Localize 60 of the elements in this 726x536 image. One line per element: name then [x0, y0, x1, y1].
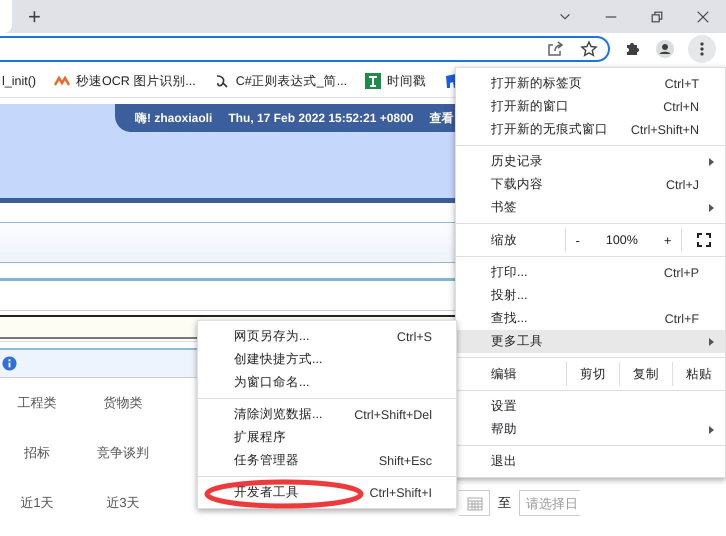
address-field[interactable] [0, 36, 610, 62]
filter-option[interactable]: 竞争谈判 [74, 444, 172, 462]
bookmark-link[interactable]: l_init() [2, 74, 36, 88]
bookmark-link[interactable]: 秒速OCR 图片识别... [76, 72, 196, 90]
close-icon[interactable] [696, 10, 710, 24]
info-icon [2, 356, 17, 371]
menu-item[interactable]: 创建快捷方式... [234, 351, 322, 368]
date-time: Thu, 17 Feb 2022 15:52:21 +0800 [228, 111, 414, 125]
puzzle-icon[interactable] [624, 40, 642, 58]
zoom-out-button[interactable]: - [566, 232, 590, 248]
more-icon[interactable] [700, 42, 704, 56]
restore-icon[interactable] [650, 10, 664, 24]
filter-option[interactable]: 近3天 [74, 494, 172, 512]
menu-item[interactable]: 帮助 [456, 418, 725, 441]
menu-label: 编辑 [490, 366, 518, 382]
filter-option[interactable]: 货物类 [74, 394, 172, 412]
zoom-in-button[interactable]: + [654, 232, 682, 248]
start-date-field[interactable] [459, 490, 490, 516]
menu-item[interactable]: 打开新的无痕式窗口 Ctrl+Shift+N [456, 118, 725, 141]
shortcut-text: Ctrl+S [396, 330, 432, 344]
profile-icon[interactable] [656, 40, 674, 58]
user-greeting: 嗨! zhaoxiaoli [135, 110, 212, 126]
menu-item[interactable]: 打印... Ctrl+P [456, 261, 725, 284]
menu-item[interactable]: 更多工具 [456, 330, 725, 353]
shortcut-text: Shift+Esc [378, 454, 432, 468]
menu-item[interactable]: 查找... Ctrl+F [456, 307, 725, 330]
shortcut-text: Ctrl+Shift+Del [354, 408, 432, 422]
menu-item[interactable]: 退出 [456, 450, 725, 473]
end-date-field[interactable]: 请选择日 [519, 490, 580, 516]
edit-button[interactable]: 粘贴 [672, 362, 725, 386]
menu-item[interactable]: 打开新的窗口 Ctrl+N [456, 95, 725, 118]
share-icon[interactable] [546, 40, 564, 58]
menu-item[interactable]: 投射... [456, 284, 725, 307]
zoom-level: 100% [604, 233, 639, 247]
menu-item[interactable]: 为窗口命名... [234, 374, 310, 391]
menu-item[interactable]: 清除浏览数据... [234, 406, 322, 423]
edit-button[interactable]: 复制 [619, 362, 672, 386]
menu-item[interactable]: 扩展程序 [234, 429, 286, 446]
bookmark-link[interactable]: 时间戳 [387, 72, 426, 90]
menu-item[interactable]: 设置 [456, 395, 725, 418]
letter-t-icon [365, 73, 382, 89]
menu-item[interactable]: 打开新的标签页 Ctrl+T [456, 72, 725, 95]
menu-button[interactable] [688, 35, 716, 63]
filter-option[interactable]: 近1天 [0, 494, 74, 512]
new-tab-button[interactable]: + [24, 4, 45, 28]
shortcut-text: Ctrl+Shift+I [369, 486, 432, 500]
header-link[interactable]: 查看 [429, 110, 454, 126]
edit-button[interactable]: 剪切 [566, 362, 619, 386]
fullscreen-icon[interactable] [696, 233, 710, 247]
menu-item[interactable]: 下载内容 Ctrl+J [456, 173, 725, 196]
menu-label: 缩放 [456, 228, 566, 252]
menu-item[interactable]: 任务管理器 [234, 452, 299, 469]
filter-option[interactable]: 招标 [0, 444, 74, 462]
star-icon[interactable] [580, 40, 598, 58]
bookmark-link[interactable]: C#正则表达式_简... [236, 72, 348, 90]
filter-option[interactable]: 工程类 [0, 394, 74, 412]
menu-item[interactable]: 书签 [456, 196, 725, 219]
range-separator: 至 [498, 494, 511, 512]
menu-item[interactable]: 网页另存为... [234, 328, 310, 345]
menu-item[interactable]: 历史记录 [456, 150, 725, 173]
